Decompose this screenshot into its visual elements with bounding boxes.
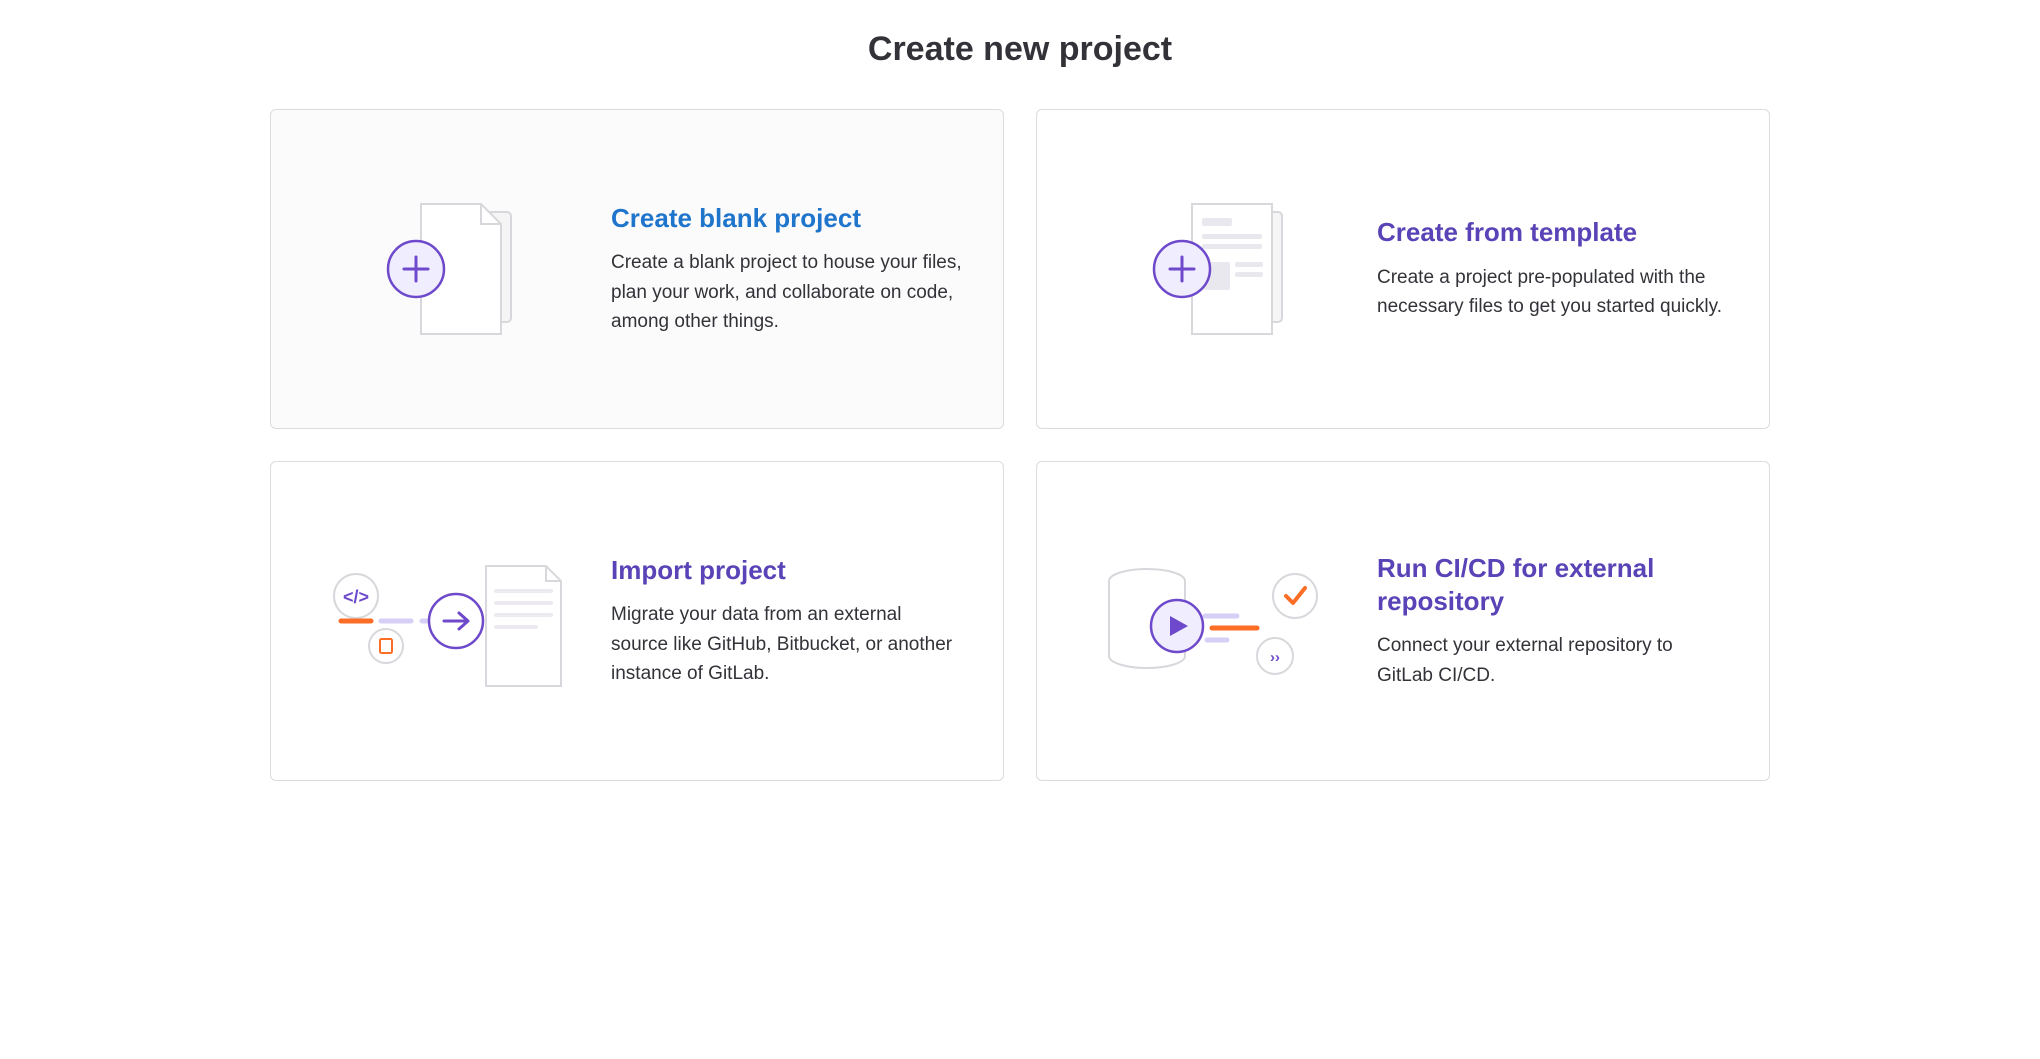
- blank-project-icon: [311, 184, 591, 354]
- cicd-icon: ››: [1077, 536, 1357, 706]
- card-import-project[interactable]: </> Import proj: [270, 461, 1004, 781]
- cards-grid: Create blank project Create a blank proj…: [270, 109, 1770, 781]
- card-desc-template: Create a project pre-populated with the …: [1377, 263, 1729, 322]
- card-desc-blank: Create a blank project to house your fil…: [611, 248, 963, 336]
- page-title: Create new project: [20, 30, 2020, 69]
- card-title-blank: Create blank project: [611, 202, 963, 235]
- svg-text:››: ››: [1270, 649, 1280, 666]
- card-desc-cicd: Connect your external repository to GitL…: [1377, 631, 1729, 690]
- card-title-import: Import project: [611, 554, 963, 587]
- card-desc-import: Migrate your data from an external sourc…: [611, 600, 963, 688]
- import-icon: </>: [311, 536, 591, 706]
- svg-text:</>: </>: [343, 587, 369, 607]
- card-run-cicd-external[interactable]: ›› Run CI/CD for external repository Con…: [1036, 461, 1770, 781]
- card-create-blank-project[interactable]: Create blank project Create a blank proj…: [270, 109, 1004, 429]
- card-create-from-template[interactable]: Create from template Create a project pr…: [1036, 109, 1770, 429]
- card-title-template: Create from template: [1377, 216, 1729, 249]
- card-title-cicd: Run CI/CD for external repository: [1377, 552, 1729, 617]
- template-icon: [1077, 184, 1357, 354]
